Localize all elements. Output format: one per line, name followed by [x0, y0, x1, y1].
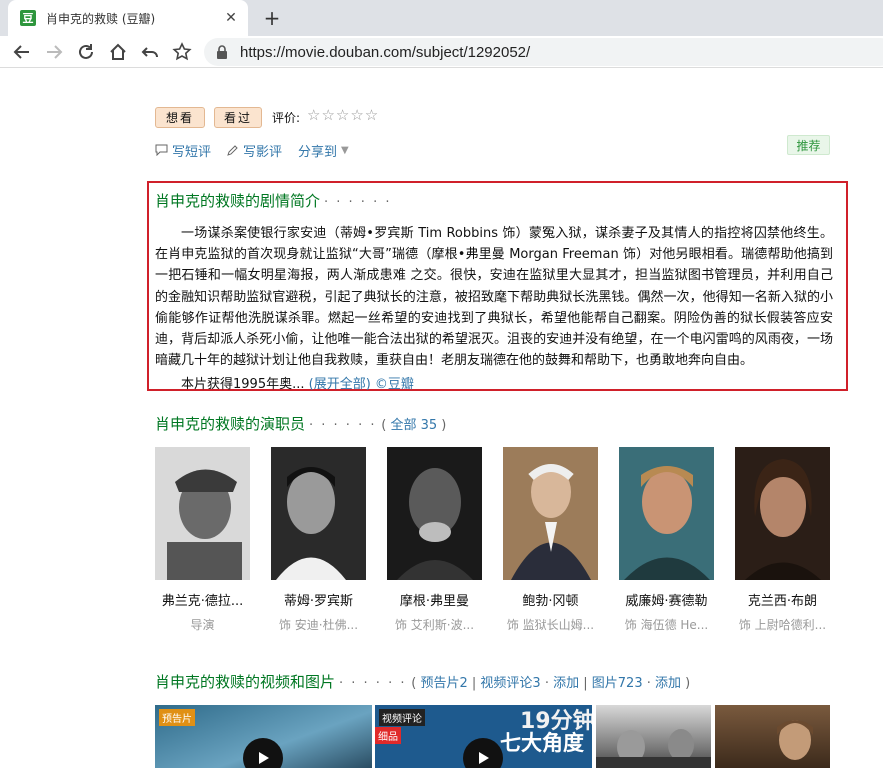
douban-favicon-icon: 豆	[20, 10, 36, 26]
media-dots: · · · · · ·	[339, 676, 407, 691]
cast-photo[interactable]	[155, 447, 250, 580]
bookmark-star-icon[interactable]	[170, 40, 194, 64]
cast-card[interactable]: 鲍勃·冈顿 饰 监狱长山姆...	[503, 447, 598, 633]
video-review-thumbnail[interactable]: 视频评论 19分钟 七大角度 细品	[375, 705, 592, 768]
cast-heading: 肖申克的救赎的演职员 · · · · · · ( 全部 35 )	[155, 415, 447, 433]
cast-name[interactable]: 弗兰克·德拉...	[155, 590, 250, 609]
synopsis-truncated: 本片获得1995年奥...	[181, 377, 305, 392]
cast-role: 导演	[190, 618, 215, 632]
write-review-link[interactable]: 写影评	[227, 141, 282, 160]
cast-card[interactable]: 威廉姆·赛德勒 饰 海伍德 He...	[619, 447, 714, 633]
cast-photo[interactable]	[271, 447, 366, 580]
cast-title: 肖申克的救赎的演职员	[155, 415, 306, 433]
add-video-link[interactable]: 添加	[553, 676, 579, 691]
cast-name[interactable]: 鲍勃·冈顿	[503, 590, 598, 609]
browser-toolbar: https://movie.douban.com/subject/1292052…	[0, 36, 883, 68]
cast-role: 饰 安迪·杜佛...	[278, 618, 359, 632]
synopsis-title: 肖申克的救赎的剧情简介	[155, 192, 321, 210]
cast-role: 饰 艾利斯·波...	[394, 618, 475, 632]
close-tab-icon[interactable]: ✕	[222, 9, 240, 27]
cast-name[interactable]: 摩根·弗里曼	[387, 590, 482, 609]
all-cast-link[interactable]: 全部 35	[390, 418, 437, 433]
play-icon[interactable]	[243, 738, 283, 768]
rating-stars[interactable]: ☆☆☆☆☆	[307, 106, 379, 124]
review-actions: 写短评 写影评 分享到 ▼	[155, 141, 365, 160]
photo-thumbnail[interactable]	[596, 705, 711, 768]
photos-link[interactable]: 图片723	[592, 676, 643, 691]
trailer-thumbnail[interactable]: 预告片	[155, 705, 372, 768]
cast-photo[interactable]	[503, 447, 598, 580]
watched-button[interactable]: 看过	[214, 107, 262, 128]
back-arrow-icon[interactable]	[10, 40, 34, 64]
cast-photo[interactable]	[387, 447, 482, 580]
synopsis-text: 一场谋杀案使银行家安迪（蒂姆•罗宾斯 Tim Robbins 饰）蒙冤入狱，谋杀…	[155, 226, 833, 369]
cast-role: 饰 监狱长山姆...	[506, 618, 595, 632]
cast-photo[interactable]	[735, 447, 830, 580]
cast-name[interactable]: 威廉姆·赛德勒	[619, 590, 714, 609]
media-heading: 肖申克的救赎的视频和图片 · · · · · · ( 预告片2 | 视频评论3 ·…	[155, 673, 691, 691]
short-review-link[interactable]: 写短评	[155, 141, 211, 160]
pencil-icon	[227, 145, 238, 156]
trailers-link[interactable]: 预告片2	[420, 676, 467, 691]
trailer-tag: 预告片	[159, 709, 195, 726]
cast-card[interactable]: 弗兰克·德拉... 导演	[155, 447, 250, 633]
url-text[interactable]: https://movie.douban.com/subject/1292052…	[240, 44, 530, 61]
new-tab-icon[interactable]: +	[260, 6, 284, 30]
page-content: 想看 看过 评价: ☆☆☆☆☆ 写短评 写影评 分享到 ▼ 推荐 肖申克的救赎的…	[0, 69, 883, 768]
reload-icon[interactable]	[74, 40, 98, 64]
cast-photo[interactable]	[619, 447, 714, 580]
synopsis-heading: 肖申克的救赎的剧情简介 · · · · · ·	[155, 190, 391, 211]
share-label: 分享到	[298, 144, 338, 160]
undo-icon[interactable]	[138, 40, 162, 64]
lock-icon	[217, 45, 227, 59]
play-icon[interactable]	[463, 738, 503, 768]
share-dropdown[interactable]: 分享到 ▼	[298, 141, 349, 160]
douban-copyright-link[interactable]: ©豆瓣	[375, 377, 414, 392]
synopsis-dots: · · · · · ·	[324, 195, 392, 210]
add-photo-link[interactable]: 添加	[655, 676, 681, 691]
photo-thumbnail[interactable]	[715, 705, 830, 768]
video-review-tag: 视频评论	[379, 709, 425, 726]
comment-icon	[155, 144, 168, 156]
tab-title: 肖申克的救赎 (豆瓣)	[46, 11, 156, 26]
browser-tab[interactable]: 豆 肖申克的救赎 (豆瓣) ✕	[8, 0, 248, 36]
cast-role: 饰 海伍德 He...	[624, 618, 709, 632]
caret-down-icon: ▼	[341, 144, 349, 156]
tab-strip: 豆 肖申克的救赎 (豆瓣) ✕ +	[0, 0, 883, 36]
thumbnail-badge: 细品	[375, 727, 401, 744]
cast-card[interactable]: 摩根·弗里曼 饰 艾利斯·波...	[387, 447, 482, 633]
cast-name[interactable]: 克兰西·布朗	[735, 590, 830, 609]
home-icon[interactable]	[106, 40, 130, 64]
cast-name[interactable]: 蒂姆·罗宾斯	[271, 590, 366, 609]
recommend-button[interactable]: 推荐	[787, 135, 830, 155]
media-title: 肖申克的救赎的视频和图片	[155, 673, 336, 691]
rating-label: 评价:	[272, 111, 301, 125]
cast-role: 饰 上尉哈德利...	[738, 618, 827, 632]
cast-dots: · · · · · ·	[309, 418, 377, 433]
thumbnail-subtitle: 七大角度	[500, 731, 584, 755]
cast-card[interactable]: 克兰西·布朗 饰 上尉哈德利...	[735, 447, 830, 633]
video-reviews-link[interactable]: 视频评论3	[480, 676, 540, 691]
want-to-watch-button[interactable]: 想看	[155, 107, 205, 128]
cast-card[interactable]: 蒂姆·罗宾斯 饰 安迪·杜佛...	[271, 447, 366, 633]
address-bar[interactable]: https://movie.douban.com/subject/1292052…	[204, 38, 883, 66]
short-review-label: 写短评	[172, 144, 212, 160]
forward-arrow-icon[interactable]	[42, 40, 66, 64]
synopsis-more: 本片获得1995年奥... (展开全部) ©豆瓣	[181, 373, 414, 392]
write-review-label: 写影评	[243, 144, 283, 160]
expand-all-link[interactable]: (展开全部)	[309, 377, 371, 392]
